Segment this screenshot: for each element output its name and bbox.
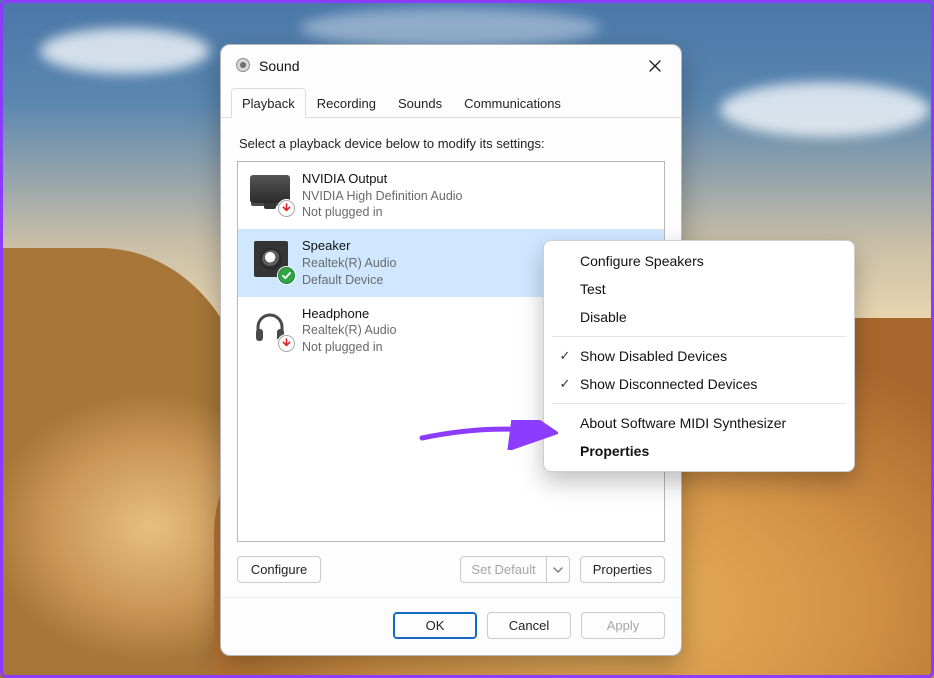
apply-button[interactable]: Apply	[581, 612, 665, 639]
close-icon	[649, 60, 661, 72]
decoration	[720, 82, 930, 137]
menu-item-test[interactable]: Test	[544, 275, 854, 303]
device-driver: Realtek(R) Audio	[302, 255, 397, 272]
speaker-device-icon	[248, 237, 292, 281]
titlebar: Sound	[221, 45, 681, 85]
tab-playback[interactable]: Playback	[231, 88, 306, 118]
default-device-badge-icon	[278, 267, 295, 284]
speaker-icon	[235, 57, 251, 76]
hint-text: Select a playback device below to modify…	[239, 136, 663, 151]
device-driver: Realtek(R) Audio	[302, 322, 397, 339]
device-status: Not plugged in	[302, 204, 463, 221]
monitor-icon	[248, 170, 292, 214]
check-icon: ✓	[554, 348, 576, 364]
device-status: Default Device	[302, 272, 397, 289]
decoration	[0, 248, 250, 678]
menu-item-about-midi[interactable]: About Software MIDI Synthesizer	[544, 409, 854, 437]
menu-item-show-disabled[interactable]: ✓Show Disabled Devices	[544, 342, 854, 370]
headphone-icon	[248, 305, 292, 349]
menu-item-properties[interactable]: Properties	[544, 437, 854, 465]
properties-button[interactable]: Properties	[580, 556, 665, 583]
chevron-down-icon[interactable]	[547, 557, 569, 582]
tab-sounds[interactable]: Sounds	[387, 88, 453, 118]
not-plugged-badge-icon	[278, 200, 295, 217]
check-icon: ✓	[554, 376, 576, 392]
set-default-button[interactable]: Set Default	[460, 556, 569, 583]
tab-recording[interactable]: Recording	[306, 88, 387, 118]
ok-button[interactable]: OK	[393, 612, 477, 639]
device-title: Headphone	[302, 305, 397, 323]
menu-item-disable[interactable]: Disable	[544, 303, 854, 331]
decoration	[40, 28, 210, 74]
list-buttons: Configure Set Default Properties	[237, 556, 665, 583]
menu-separator	[552, 403, 846, 404]
menu-separator	[552, 336, 846, 337]
cancel-button[interactable]: Cancel	[487, 612, 571, 639]
dialog-buttons: OK Cancel Apply	[221, 597, 681, 655]
dialog-title: Sound	[259, 58, 299, 74]
menu-item-configure-speakers[interactable]: Configure Speakers	[544, 247, 854, 275]
tab-strip: Playback Recording Sounds Communications	[221, 87, 681, 118]
configure-button[interactable]: Configure	[237, 556, 321, 583]
device-status: Not plugged in	[302, 339, 397, 356]
menu-item-show-disconnected[interactable]: ✓Show Disconnected Devices	[544, 370, 854, 398]
not-plugged-badge-icon	[278, 335, 295, 352]
device-nvidia-output[interactable]: NVIDIA Output NVIDIA High Definition Aud…	[238, 162, 664, 229]
close-button[interactable]	[641, 55, 669, 77]
device-title: NVIDIA Output	[302, 170, 463, 188]
tab-communications[interactable]: Communications	[453, 88, 572, 118]
device-title: Speaker	[302, 237, 397, 255]
device-driver: NVIDIA High Definition Audio	[302, 188, 463, 205]
decoration	[300, 8, 600, 48]
device-context-menu: Configure Speakers Test Disable ✓Show Di…	[543, 240, 855, 472]
